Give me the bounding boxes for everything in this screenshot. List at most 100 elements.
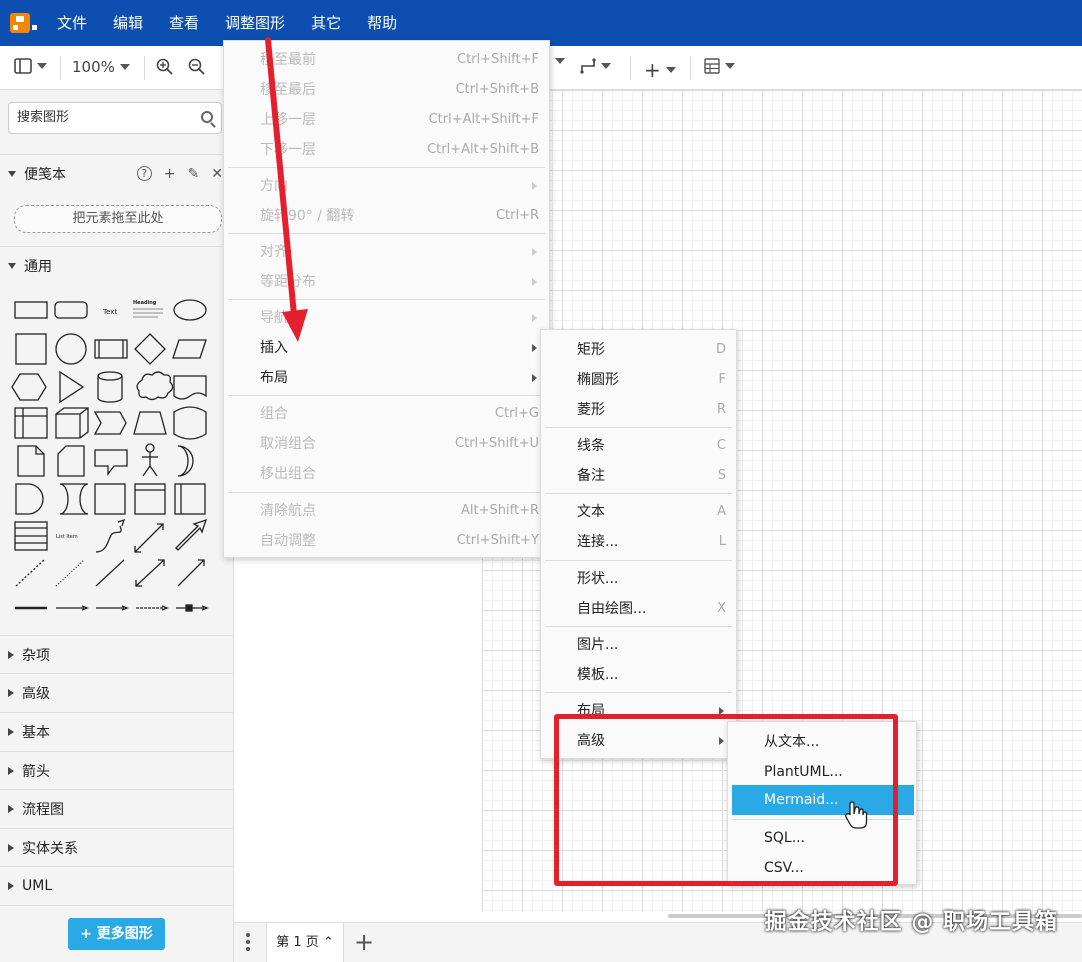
more-shapes-button[interactable]: + 更多图形 (68, 918, 165, 950)
search-input[interactable]: 搜索图形 (8, 102, 222, 134)
menu-file[interactable]: 文件 (44, 0, 100, 46)
plus-icon: + (644, 58, 661, 82)
menu-group[interactable]: 组合 Ctrl+G (224, 399, 549, 429)
menu-distribute[interactable]: 等距分布 (224, 267, 549, 297)
menu-remove-from-group[interactable]: 移出组合 (224, 459, 549, 489)
search-placeholder: 搜索图形 (17, 110, 70, 125)
menu-bring-forward[interactable]: 上移一层 Ctrl+Alt+Shift+F (224, 105, 549, 135)
insert-text[interactable]: 文本 A (541, 497, 736, 527)
close-icon[interactable]: ✕ (211, 166, 223, 182)
section-advanced[interactable]: 高级 (0, 673, 233, 711)
submenu-arrow-icon (532, 344, 537, 352)
general-header[interactable]: 通用 (0, 246, 233, 284)
menu-to-back[interactable]: 移至最后 Ctrl+Shift+B (224, 75, 549, 105)
table-icon (704, 58, 720, 74)
zoom-out-icon (188, 58, 205, 75)
menu-ungroup[interactable]: 取消组合 Ctrl+Shift+U (224, 429, 549, 459)
menu-align[interactable]: 对齐 (224, 237, 549, 267)
pages-menu-icon[interactable] (246, 933, 250, 953)
zoom-level: 100% (72, 58, 115, 76)
submenu-arrow-icon (532, 248, 537, 256)
expand-icon (8, 881, 14, 890)
section-arrows[interactable]: 箭头 (0, 751, 233, 789)
insert-ellipse[interactable]: 椭圆形 F (541, 365, 736, 395)
arrange-menu: 移至最前 Ctrl+Shift+F 移至最后 Ctrl+Shift+B 上移一层 Ct… (223, 40, 550, 558)
expand-icon (8, 804, 14, 813)
insert-image[interactable]: 图片... (541, 630, 736, 660)
menu-send-backward[interactable]: 下移一层 Ctrl+Alt+Shift+B (224, 135, 549, 165)
table-dropdown[interactable] (704, 58, 735, 74)
text-shape-label: Text (102, 308, 117, 316)
heading-shape-label: Heading (133, 300, 157, 306)
section-label: 流程图 (22, 801, 64, 818)
menu-autosize[interactable]: 自动调整 Ctrl+Shift+Y (224, 526, 549, 556)
menu-clear-waypoints[interactable]: 清除航点 Alt+Shift+R (224, 496, 549, 526)
insert-dropdown[interactable]: + (644, 58, 676, 82)
general-title: 通用 (24, 258, 52, 275)
expand-icon (8, 650, 14, 659)
edit-icon[interactable]: ✎ (188, 166, 200, 182)
expand-icon (8, 688, 14, 697)
section-label: 杂项 (22, 647, 50, 664)
waypoints-dropdown[interactable] (580, 58, 611, 74)
page-tab-1[interactable]: 第 1 页 ⌃ (266, 923, 344, 962)
section-misc[interactable]: 杂项 (0, 635, 233, 673)
search-icon[interactable] (201, 111, 213, 123)
zoom-in-button[interactable] (156, 58, 174, 76)
insert-template[interactable]: 模板... (541, 660, 736, 690)
expand-icon (8, 766, 14, 775)
sidebar-divider (0, 905, 233, 906)
submenu-arrow-icon (532, 182, 537, 190)
expand-icon (8, 727, 14, 736)
insert-shape[interactable]: 形状... (541, 564, 736, 594)
insert-rectangle[interactable]: 矩形 D (541, 335, 736, 365)
list-item-shape-label: List Item (56, 534, 78, 540)
annotation-highlight-box (554, 714, 898, 886)
section-flowchart[interactable]: 流程图 (0, 789, 233, 827)
section-entity-relation[interactable]: 实体关系 (0, 828, 233, 866)
insert-note[interactable]: 备注 S (541, 461, 736, 491)
section-basic[interactable]: 基本 (0, 712, 233, 750)
zoom-dropdown[interactable]: 100% (72, 58, 130, 76)
waypoint-icon (580, 58, 596, 74)
section-uml[interactable]: UML (0, 866, 233, 904)
menu-navigation[interactable]: 导航 (224, 303, 549, 333)
watermark: 掘金技术社区 @ 职场工具箱 (764, 910, 1058, 935)
collapse-icon (8, 170, 16, 177)
panel-icon (14, 58, 32, 74)
section-label: 箭头 (22, 763, 50, 780)
insert-link[interactable]: 连接... L (541, 527, 736, 557)
menu-view[interactable]: 查看 (156, 0, 212, 46)
insert-freehand[interactable]: 自由绘图... X (541, 594, 736, 624)
submenu-arrow-icon (532, 278, 537, 286)
section-label: 高级 (22, 685, 50, 702)
section-label: 实体关系 (22, 840, 78, 857)
insert-line[interactable]: 线条 C (541, 431, 736, 461)
line-style-dropdown[interactable] (550, 58, 565, 64)
scratchpad-header[interactable]: 便笺本 ? + ✎ ✕ (0, 154, 233, 192)
help-icon[interactable]: ? (136, 165, 152, 181)
menu-direction[interactable]: 方向 (224, 171, 549, 201)
expand-icon (8, 843, 14, 852)
menu-edit[interactable]: 编辑 (100, 0, 156, 46)
add-page-icon[interactable]: + (354, 929, 374, 955)
general-shapes-palette[interactable]: Text Heading List Item (8, 290, 228, 620)
scratchpad-dropzone[interactable]: 把元素拖至此处 (14, 205, 222, 233)
menu-to-front[interactable]: 移至最前 Ctrl+Shift+F (224, 45, 549, 75)
insert-submenu: 矩形 D 椭圆形 F 菱形 R 线条 C 备注 S 文本 A 连接... L 形状... 自由… (540, 329, 737, 759)
menu-layout[interactable]: 布局 (224, 363, 549, 393)
collapse-icon (8, 262, 16, 269)
submenu-arrow-icon (532, 314, 537, 322)
add-icon[interactable]: + (164, 166, 176, 182)
zoom-in-icon (156, 58, 173, 75)
sidebar-toggle-button[interactable] (14, 58, 47, 74)
section-label: UML (22, 877, 53, 894)
submenu-arrow-icon (532, 374, 537, 382)
menu-insert[interactable]: 插入 (224, 333, 549, 363)
shapes-sidebar: 搜索图形 便笺本 ? + ✎ ✕ 把元素拖至此处 通用 Text Heading (0, 90, 234, 962)
menu-rotate[interactable]: 旋转90° / 翻转 Ctrl+R (224, 201, 549, 231)
section-label: 基本 (22, 724, 50, 741)
zoom-out-button[interactable] (188, 58, 206, 76)
drawio-logo-icon[interactable] (10, 13, 37, 33)
insert-rhombus[interactable]: 菱形 R (541, 395, 736, 425)
